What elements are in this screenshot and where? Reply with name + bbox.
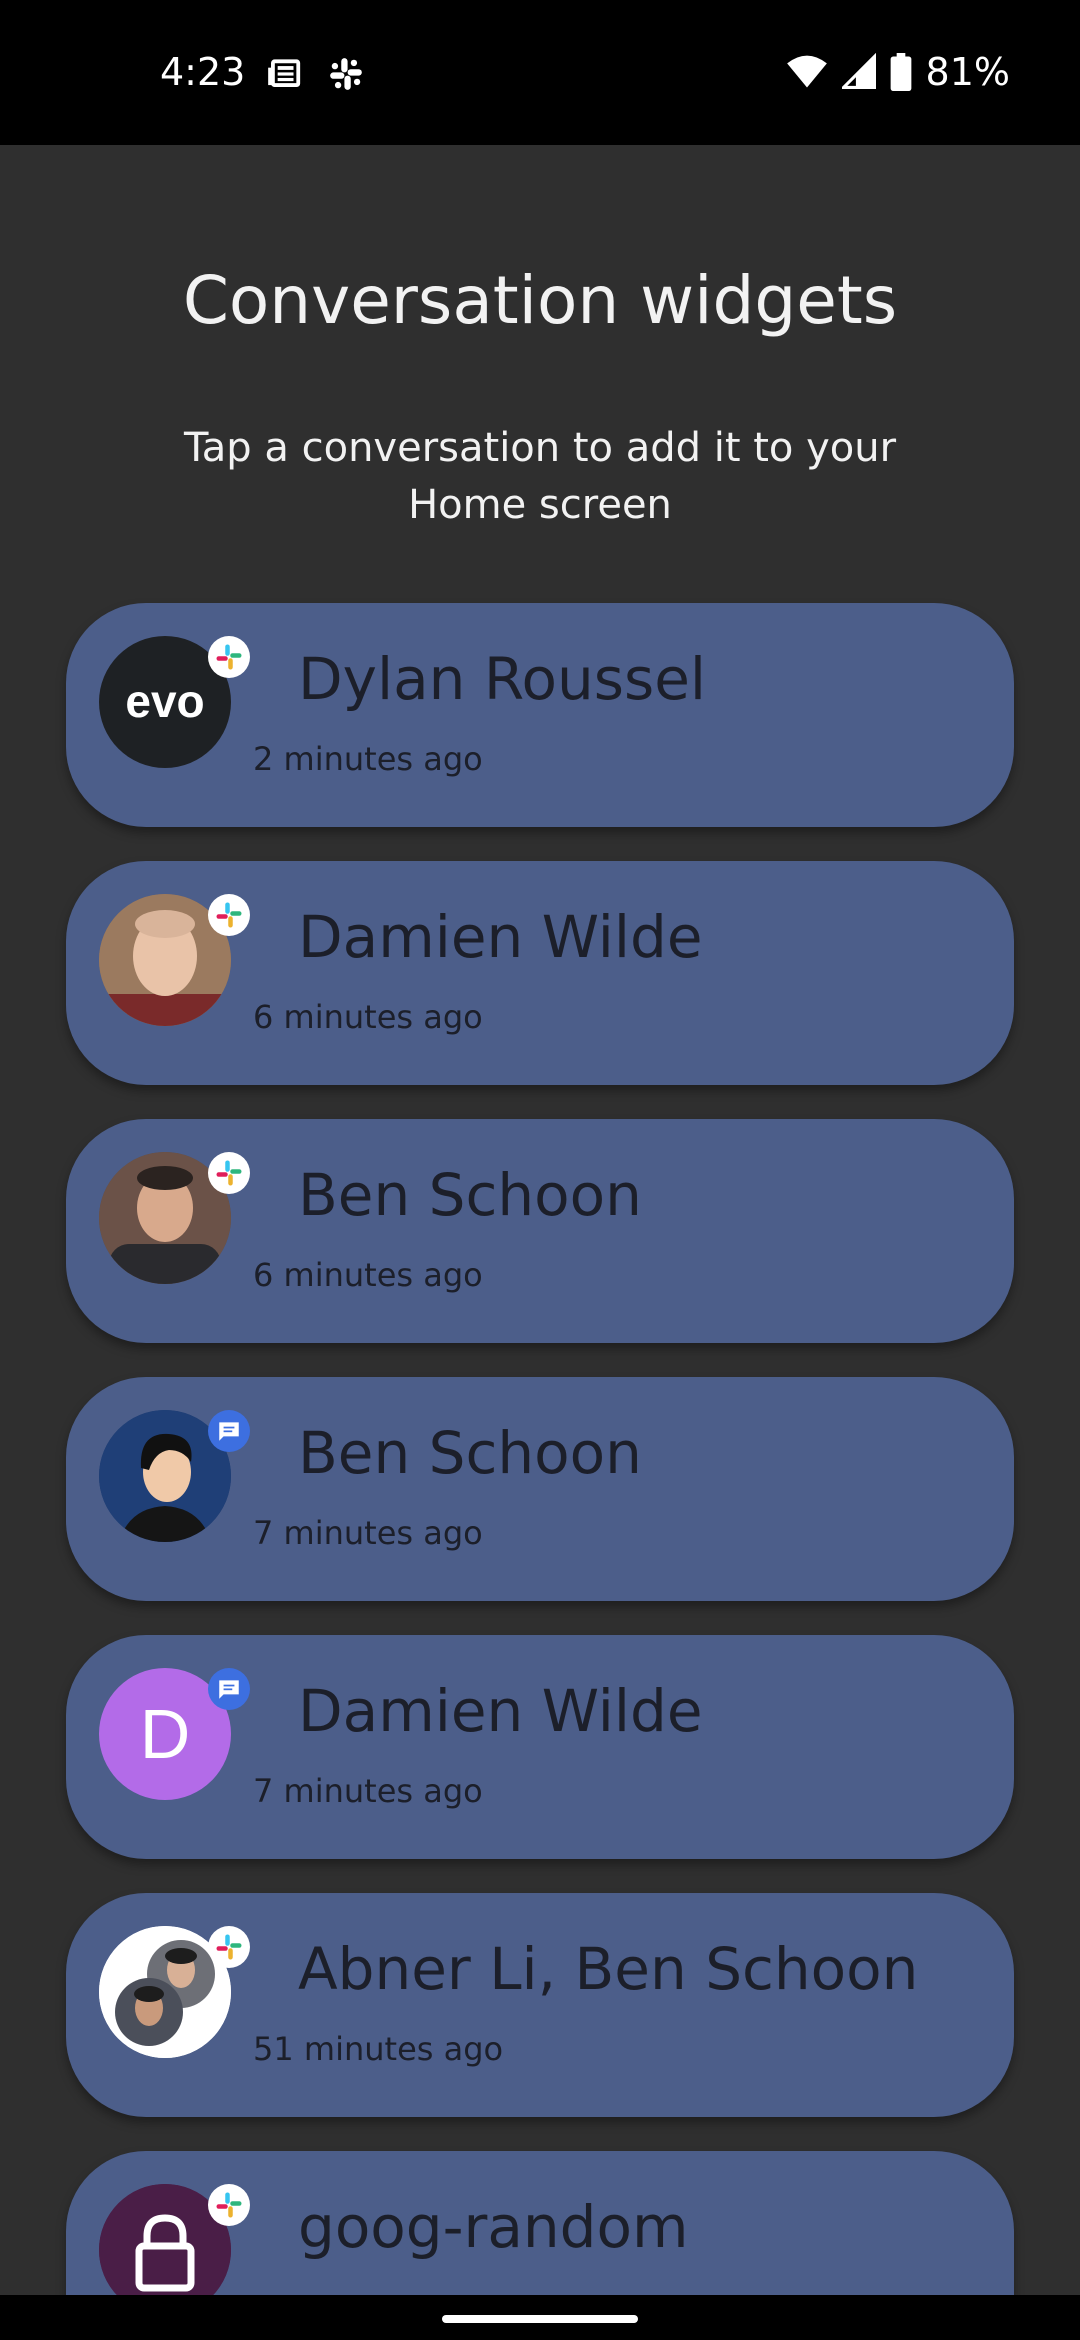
page-title: Conversation widgets xyxy=(182,262,898,339)
svg-text:evo: evo xyxy=(125,675,204,727)
slack-icon xyxy=(330,58,362,90)
status-bar: 4:23 81% xyxy=(0,0,1080,145)
conversation-name: Damien Wilde xyxy=(298,903,703,971)
avatar-letter: D xyxy=(139,1695,191,1773)
messages-badge-icon xyxy=(208,1410,250,1452)
slack-badge-icon xyxy=(208,636,250,678)
battery-icon xyxy=(890,53,911,91)
conversation-time: 2 minutes ago xyxy=(253,740,483,778)
conversation-card[interactable]: D Damien Wilde 7 minutes ago xyxy=(66,1635,1014,1859)
news-icon xyxy=(268,59,301,87)
slack-badge-icon xyxy=(208,1152,250,1194)
conversation-name: goog-random xyxy=(298,2193,689,2261)
conversation-name: Ben Schoon xyxy=(298,1161,642,1229)
battery-percentage: 81% xyxy=(925,50,1010,94)
conversation-time: 7 minutes ago xyxy=(253,1772,483,1810)
conversation-name: Ben Schoon xyxy=(298,1419,642,1487)
status-time: 4:23 xyxy=(160,50,246,94)
conversation-card[interactable]: Ben Schoon 6 minutes ago xyxy=(66,1119,1014,1343)
conversation-name: Dylan Roussel xyxy=(298,645,707,713)
wifi-icon xyxy=(786,55,827,88)
slack-badge-icon xyxy=(208,1926,250,1968)
slack-badge-icon xyxy=(208,894,250,936)
signal-icon xyxy=(841,53,876,89)
conversation-name: Abner Li, Ben Schoon xyxy=(298,1935,919,2003)
conversation-time: 51 minutes ago xyxy=(253,2030,504,2068)
conversation-card[interactable]: Ben Schoon 7 minutes ago xyxy=(66,1377,1014,1601)
page-subtitle: Tap a conversation to add it to your Hom… xyxy=(183,425,897,528)
messages-badge-icon xyxy=(208,1668,250,1710)
conversation-time: 6 minutes ago xyxy=(253,1256,483,1294)
conversation-name: Damien Wilde xyxy=(298,1677,703,1745)
conversation-time: 7 minutes ago xyxy=(253,1514,483,1552)
conversation-card[interactable]: evo Dylan Roussel 2 minutes ago xyxy=(66,603,1014,827)
conversation-time: 6 minutes ago xyxy=(253,998,483,1036)
conversation-card[interactable]: Abner Li, Ben Schoon 51 minutes ago xyxy=(66,1893,1014,2117)
home-gesture-handle[interactable] xyxy=(442,2315,638,2323)
slack-badge-icon xyxy=(208,2184,250,2226)
conversation-card[interactable]: Damien Wilde 6 minutes ago xyxy=(66,861,1014,1085)
